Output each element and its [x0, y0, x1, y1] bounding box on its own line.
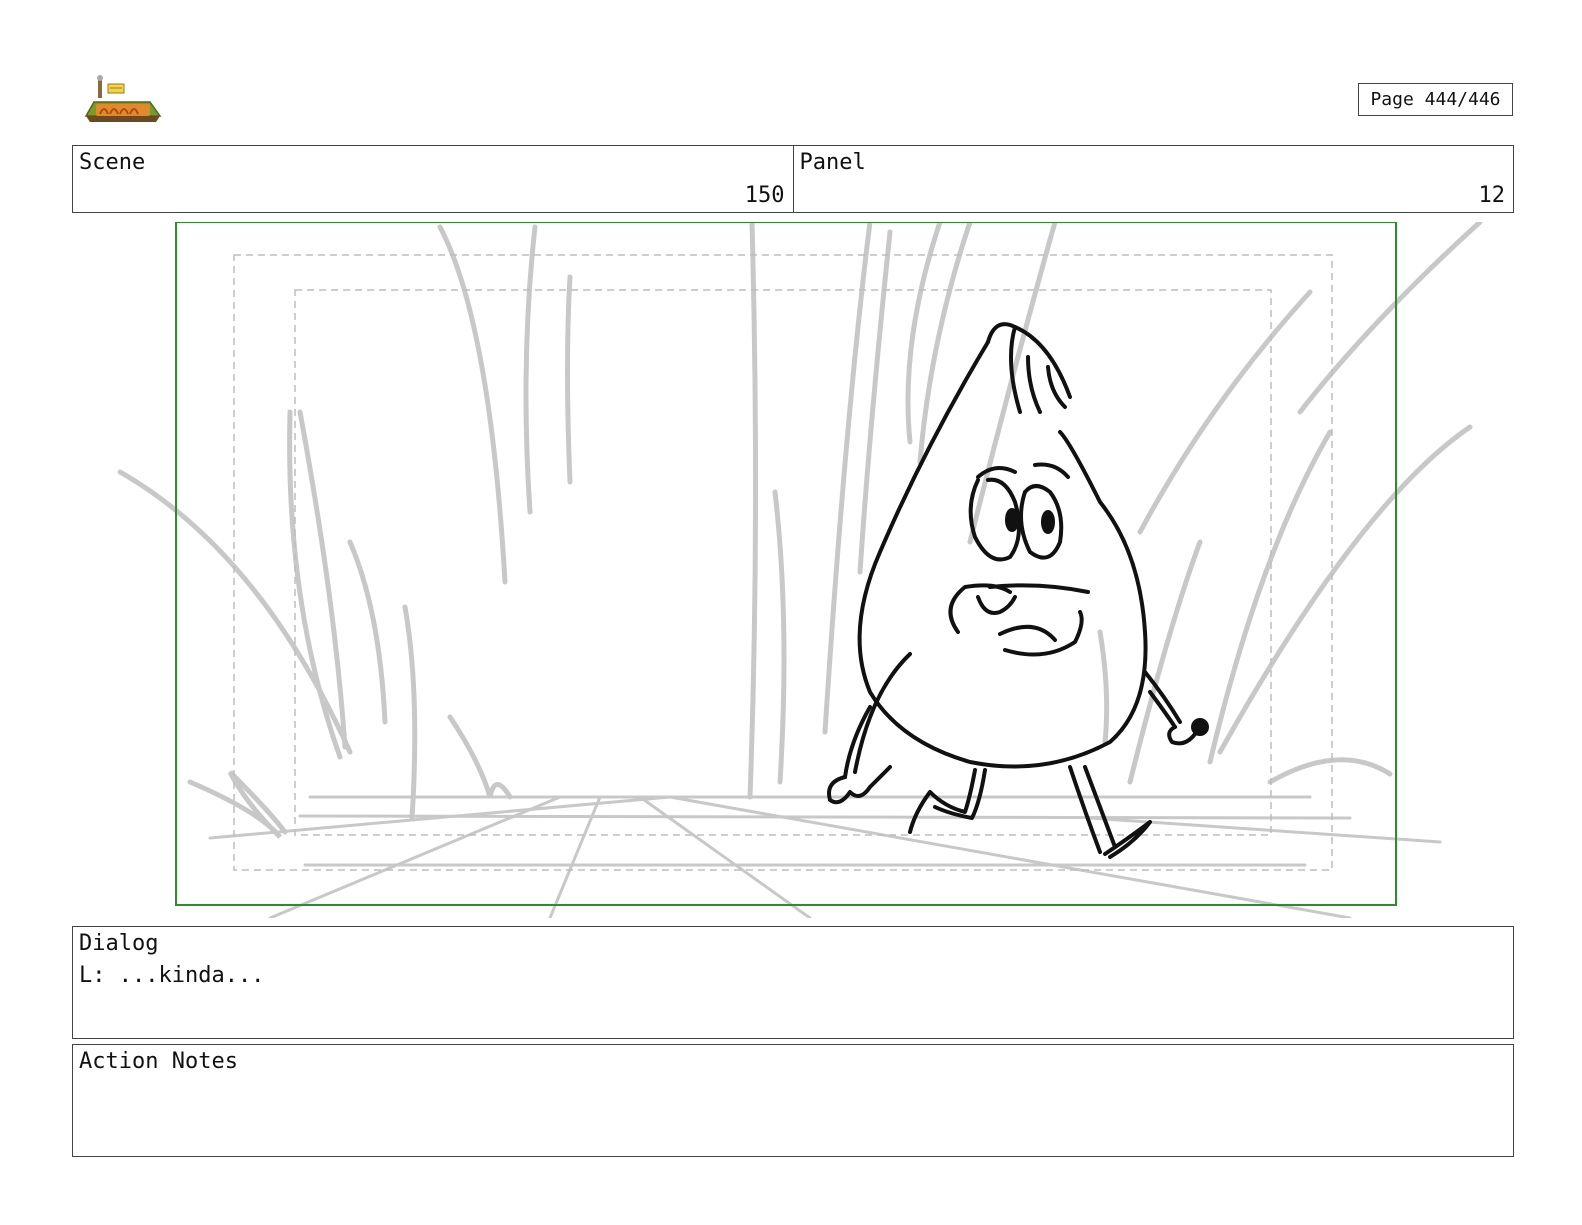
dialog-label: Dialog	[79, 931, 159, 956]
scene-number: 150	[744, 183, 785, 208]
studio-logo-icon	[84, 75, 162, 122]
panel-cell: Panel 12	[792, 146, 1514, 212]
background-sketch	[117, 222, 1483, 918]
action-notes-box: Action Notes	[72, 1044, 1514, 1157]
scene-panel-table: Scene 150 Panel 12	[72, 145, 1514, 213]
dialog-text: L: ...kinda...	[79, 963, 265, 988]
scene-label: Scene	[79, 150, 146, 175]
panel-number: 12	[1478, 183, 1506, 208]
storyboard-panel	[117, 222, 1483, 918]
dialog-box: Dialog L: ...kinda...	[72, 926, 1514, 1039]
scene-cell: Scene 150	[73, 146, 793, 212]
panel-label: Panel	[799, 150, 866, 175]
action-notes-label: Action Notes	[79, 1049, 238, 1074]
page-indicator: Page 444/446	[1358, 83, 1513, 116]
character-sketch	[827, 322, 1209, 859]
